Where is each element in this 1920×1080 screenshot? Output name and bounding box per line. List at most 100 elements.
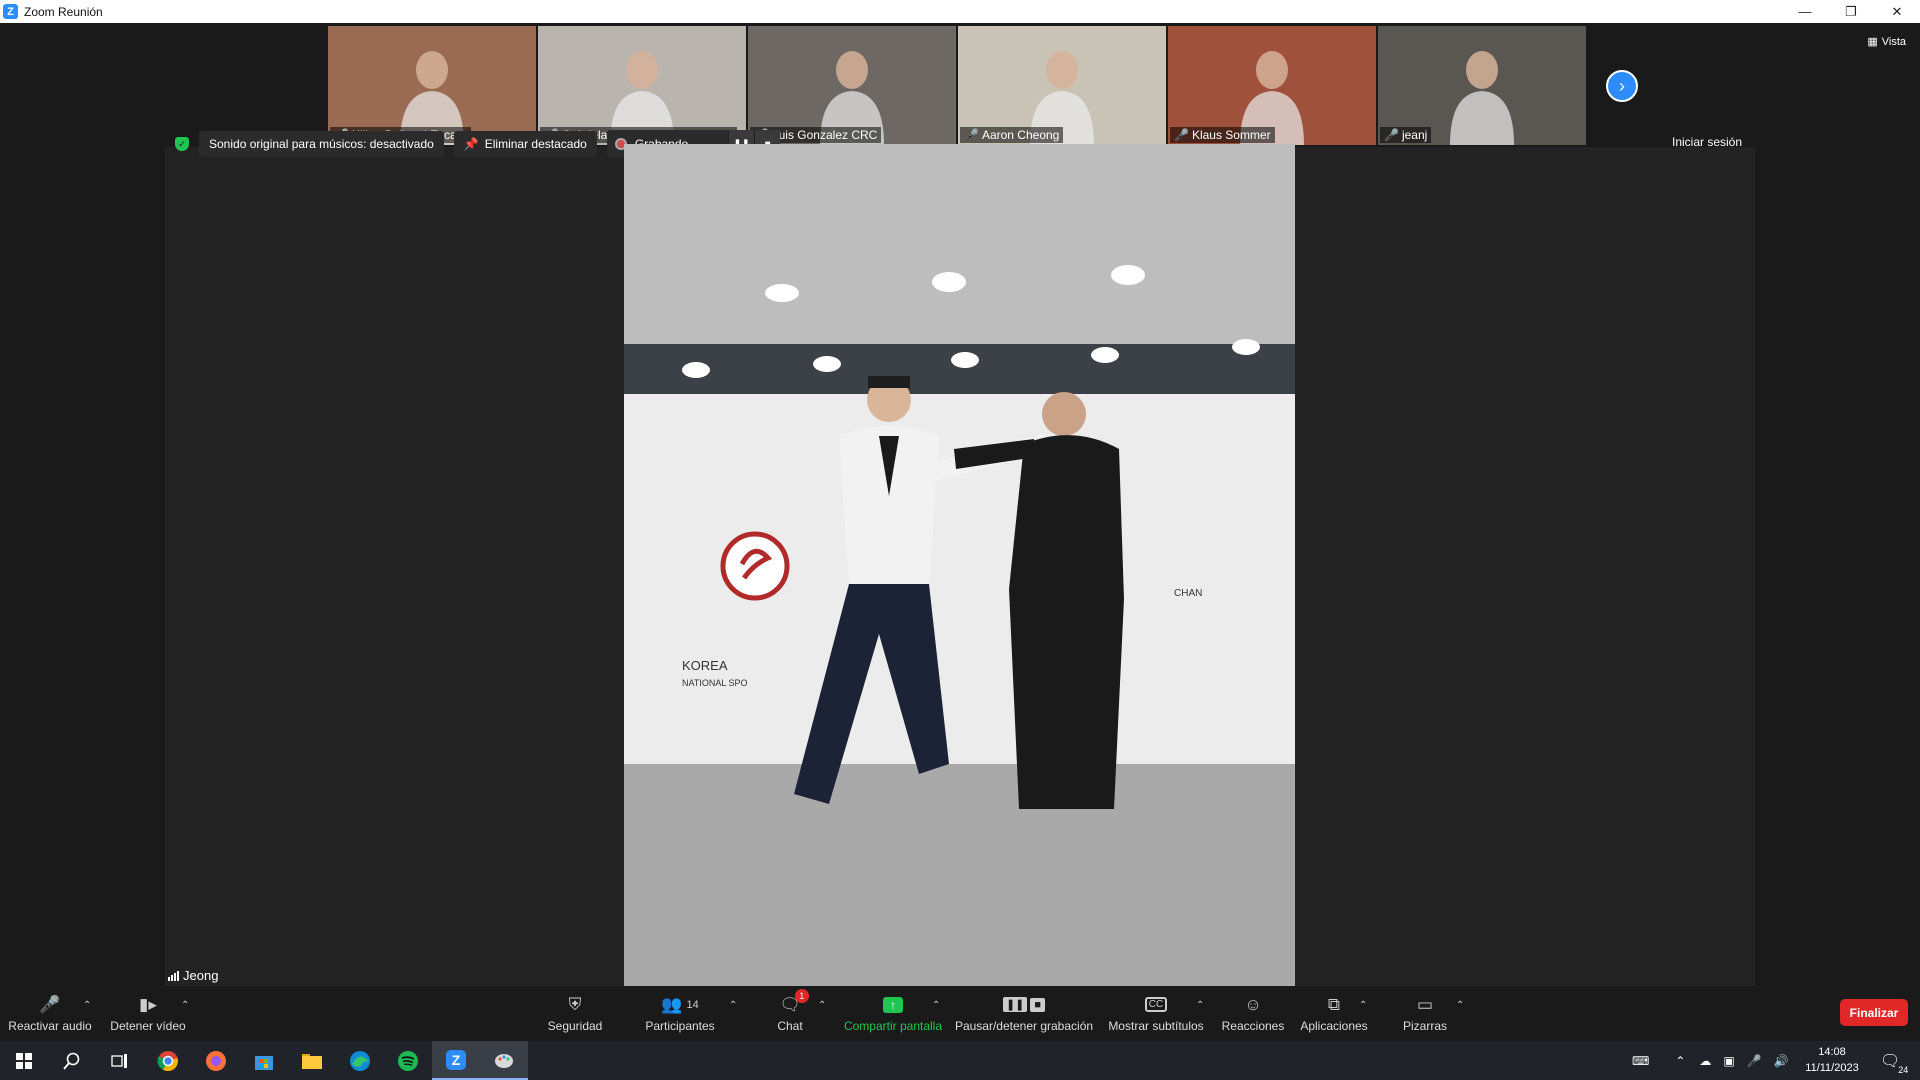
chat-button[interactable]: 🗨 1 Chat — [768, 986, 812, 1041]
unmute-button[interactable]: 🎤 Reactivar audio — [8, 986, 92, 1041]
speaker-name-tag: Jeong — [168, 968, 218, 983]
show-captions-button[interactable]: CC Mostrar subtítulos — [1106, 986, 1206, 1041]
view-button[interactable]: ▦ Vista — [1867, 35, 1906, 49]
participant-name-tag: 🎤 Klaus Sommer — [1170, 127, 1275, 143]
view-label: Vista — [1881, 35, 1906, 48]
windows-start-icon[interactable] — [0, 1041, 48, 1080]
sign-in-link[interactable]: Iniciar sesión — [1672, 135, 1742, 149]
speaker-name: Jeong — [183, 968, 219, 983]
paint-icon[interactable] — [480, 1041, 528, 1080]
share-options-caret-icon[interactable]: ⌃ — [932, 1000, 940, 1011]
whiteboards-button[interactable]: ▭ Pizarras — [1394, 986, 1456, 1041]
pin-icon: 📌 — [463, 137, 479, 151]
audio-options-caret-icon[interactable]: ⌃ — [83, 1000, 91, 1011]
share-screen-button[interactable]: ↑ Compartir pantalla — [838, 986, 948, 1041]
chrome-icon[interactable] — [144, 1041, 192, 1080]
whiteboards-label: Pizarras — [1402, 1018, 1447, 1033]
microphone-muted-icon: 🎤 — [964, 128, 979, 142]
microphone-muted-icon: 🎤 — [1174, 128, 1189, 142]
camera-in-use-icon[interactable]: ▣ — [1723, 1054, 1734, 1068]
whiteboard-icon: ▭ — [1416, 994, 1434, 1014]
window-controls: — ❐ ✕ — [1782, 0, 1920, 23]
captions-options-caret-icon[interactable]: ⌃ — [1196, 1000, 1204, 1011]
video-camera-icon: ▮▸ — [139, 994, 157, 1014]
file-explorer-icon[interactable] — [288, 1041, 336, 1080]
encryption-shield-icon[interactable]: ✓ — [175, 137, 189, 151]
clock-date: 11/11/2023 — [1805, 1062, 1859, 1074]
participant-name: Aaron Cheong — [981, 128, 1060, 142]
participant-thumbnail[interactable]: 🎤Gabriela Echeverria - Him Yon... — [538, 26, 746, 145]
original-sound-label: Sonido original para músicos: desactivad… — [209, 137, 434, 151]
system-tray: ⌨ ⌃ ☁ ▣ 🎤 🔊 — [1632, 1041, 1789, 1080]
participant-thumbnail[interactable]: 🎤 jeanj — [1378, 26, 1586, 145]
apps-button[interactable]: ⧉ Aplicaciones — [1296, 986, 1372, 1041]
signal-strength-icon — [168, 970, 179, 981]
clock-time: 14:08 — [1818, 1046, 1846, 1058]
svg-text:Z: Z — [452, 1052, 461, 1068]
windows-taskbar: Z ⌨ ⌃ ☁ ▣ 🎤 🔊 14:08 11/11/2023 🗨 24 — [0, 1041, 1920, 1080]
restore-button[interactable]: ❐ — [1828, 0, 1874, 23]
svg-text:CHAN: CHAN — [1174, 588, 1202, 599]
participant-name-tag: 🎤 Aaron Cheong — [960, 127, 1064, 143]
keyboard-icon[interactable]: ⌨ — [1632, 1054, 1649, 1068]
participants-count: 14 — [686, 998, 699, 1011]
participants-options-caret-icon[interactable]: ⌃ — [729, 1000, 737, 1011]
apps-icon: ⧉ — [1327, 994, 1341, 1014]
zoom-taskbar-icon[interactable]: Z — [432, 1041, 480, 1080]
pause-stop-recording-label: Pausar/detener grabación — [954, 1018, 1094, 1033]
grid-icon: ▦ — [1867, 36, 1878, 48]
notification-count: 24 — [1898, 1064, 1909, 1075]
notification-center-button[interactable]: 🗨 24 — [1880, 1041, 1909, 1080]
chat-options-caret-icon[interactable]: ⌃ — [818, 1000, 826, 1011]
remove-spotlight-button[interactable]: 📌 Eliminar destacado — [453, 131, 597, 157]
stop-video-label: Detener vídeo — [110, 1018, 186, 1033]
task-view-icon[interactable] — [96, 1041, 144, 1080]
participant-name: Luis Gonzalez CRC — [771, 128, 878, 142]
unmute-label: Reactivar audio — [8, 1018, 92, 1033]
notification-icon: 🗨 24 — [1880, 1052, 1909, 1075]
system-clock[interactable]: 14:08 11/11/2023 — [1796, 1044, 1868, 1076]
whiteboards-options-caret-icon[interactable]: ⌃ — [1456, 1000, 1464, 1011]
search-icon[interactable] — [48, 1041, 96, 1080]
pause-stop-recording-button[interactable]: ❚❚ ■ Pausar/detener grabación — [952, 986, 1096, 1041]
participant-name: Klaus Sommer — [1191, 128, 1271, 142]
reactions-button[interactable]: ☺ Reacciones — [1218, 986, 1288, 1041]
network-icon[interactable]: ☁ — [1699, 1054, 1711, 1068]
close-button[interactable]: ✕ — [1874, 0, 1920, 23]
speaker-video-frame: KOREA NATIONAL SPO CHAN — [624, 144, 1295, 986]
firefox-icon[interactable] — [192, 1041, 240, 1080]
volume-icon[interactable]: 🔊 — [1774, 1054, 1789, 1068]
svg-text:KOREA: KOREA — [682, 658, 728, 673]
pause-stop-recording-icon: ❚❚ ■ — [1002, 995, 1046, 1015]
title-bar: Z Zoom Reunión — ❐ ✕ — [0, 0, 1920, 23]
participant-thumbnail[interactable]: 🎤 Klaus Sommer — [1168, 26, 1376, 145]
share-screen-icon: ↑ — [883, 995, 903, 1015]
speaker-video: KOREA NATIONAL SPO CHAN — [624, 144, 1295, 986]
reactions-label: Reacciones — [1221, 1018, 1285, 1033]
edge-icon[interactable] — [336, 1041, 384, 1080]
meeting-toolbar: 🎤 Reactivar audio ⌃ ▮▸ Detener vídeo ⌃ ⛨… — [0, 986, 1920, 1041]
show-hidden-icons-icon[interactable]: ⌃ — [1675, 1054, 1685, 1068]
next-page-button[interactable]: › — [1606, 70, 1638, 102]
minimize-button[interactable]: — — [1782, 0, 1828, 23]
spotify-icon[interactable] — [384, 1041, 432, 1080]
microphone-muted-icon: 🎤 — [1384, 128, 1399, 142]
participant-thumbnail[interactable]: 🎤Luis Gonzalez CRC — [748, 26, 956, 145]
chat-label: Chat — [777, 1018, 803, 1033]
end-meeting-button[interactable]: Finalizar — [1840, 999, 1908, 1026]
participant-thumbnail[interactable]: 🎤Kilian Ballespi Escarp — [328, 26, 536, 145]
participants-button[interactable]: 👥 14 Participantes — [640, 986, 720, 1041]
security-button[interactable]: ⛨ Seguridad — [540, 986, 610, 1041]
closed-captions-icon: CC — [1144, 995, 1168, 1015]
microsoft-store-icon[interactable] — [240, 1041, 288, 1080]
participant-name: jeanj — [1401, 128, 1428, 142]
original-sound-status[interactable]: Sonido original para músicos: desactivad… — [199, 131, 444, 157]
video-options-caret-icon[interactable]: ⌃ — [181, 1000, 189, 1011]
stop-video-button[interactable]: ▮▸ Detener vídeo — [108, 986, 188, 1041]
zoom-logo-icon: Z — [3, 4, 18, 19]
chat-bubble-icon: 🗨 1 — [779, 988, 809, 1015]
microphone-icon[interactable]: 🎤 — [1747, 1054, 1762, 1068]
participant-thumbnail[interactable]: 🎤 Aaron Cheong — [958, 26, 1166, 145]
apps-options-caret-icon[interactable]: ⌃ — [1359, 1000, 1367, 1011]
show-captions-label: Mostrar subtítulos — [1108, 1018, 1204, 1033]
